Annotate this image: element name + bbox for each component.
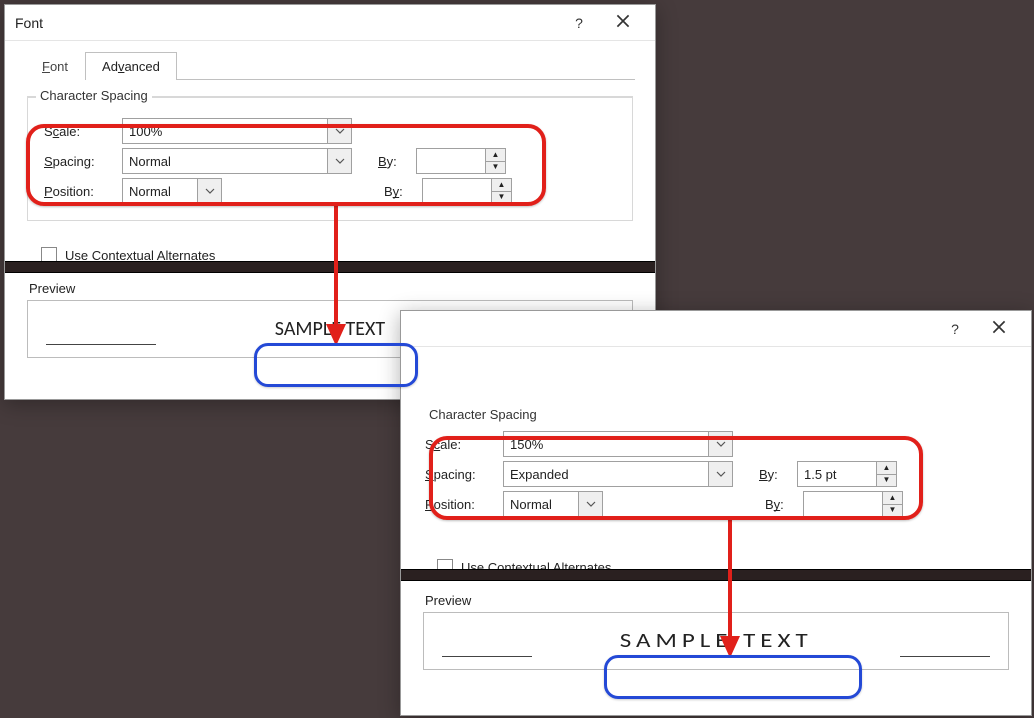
tab-advanced[interactable]: Advanced <box>85 52 177 80</box>
preview-label: Preview <box>29 281 633 296</box>
preview-underline-left <box>46 344 156 345</box>
close-icon <box>992 320 1006 334</box>
preview-sample-text: SAMPLE TEXT <box>275 317 385 341</box>
position-by-value <box>804 492 882 516</box>
position-value: Normal <box>123 179 197 203</box>
titlebar: Font ? <box>5 5 655 41</box>
position-value: Normal <box>504 492 578 516</box>
scale-value: 150% <box>504 432 708 456</box>
spin-up-icon[interactable]: ▲ <box>486 149 505 161</box>
spacing-by-value: 1.5 pt <box>798 462 876 486</box>
group-legend: Character Spacing <box>425 407 541 422</box>
font-dialog-after: ? Character Spacing Scale: 150% Spacing: <box>400 310 1032 716</box>
by-label: By: <box>765 497 795 512</box>
spin-down-icon[interactable]: ▼ <box>486 161 505 174</box>
help-button[interactable]: ? <box>933 321 977 337</box>
preview-box: SAMPLE TEXT <box>423 612 1009 670</box>
spacing-by-value <box>417 149 485 173</box>
position-combo[interactable]: Normal <box>503 491 603 517</box>
spacing-value: Normal <box>123 149 327 173</box>
spacing-value: Expanded <box>504 462 708 486</box>
spacing-combo[interactable]: Expanded <box>503 461 733 487</box>
dialog-body: Character Spacing Scale: 100% Spacing: N… <box>5 80 655 239</box>
by-label: By: <box>384 184 414 199</box>
crop-spacer <box>401 347 1031 413</box>
spacing-by-spinner[interactable]: 1.5 pt ▲ ▼ <box>797 461 897 487</box>
position-by-spinner[interactable]: ▲ ▼ <box>803 491 903 517</box>
position-label: Position: <box>425 497 495 512</box>
position-combo[interactable]: Normal <box>122 178 222 204</box>
by-label: By: <box>378 154 408 169</box>
preview-sample-text: SAMPLE TEXT <box>619 629 812 653</box>
help-button[interactable]: ? <box>557 15 601 31</box>
row-spacing: Spacing: Expanded By: 1.5 pt ▲ ▼ <box>425 461 1007 487</box>
position-by-value <box>423 179 491 203</box>
chevron-down-icon[interactable] <box>578 492 602 516</box>
crop-separator <box>5 261 655 273</box>
dialog-title: Font <box>15 15 557 31</box>
scale-combo[interactable]: 100% <box>122 118 352 144</box>
close-icon <box>616 14 630 28</box>
scale-combo[interactable]: 150% <box>503 431 733 457</box>
spacing-label: Spacing: <box>425 467 495 482</box>
scale-label: Scale: <box>44 124 114 139</box>
character-spacing-group: Character Spacing Scale: 150% Spacing: E… <box>423 423 1009 533</box>
spin-down-icon[interactable]: ▼ <box>883 504 902 517</box>
tabs: Font Advanced <box>5 41 655 79</box>
titlebar: ? <box>401 311 1031 347</box>
row-position: Position: Normal By: ▲ ▼ <box>425 491 1007 517</box>
chevron-down-icon[interactable] <box>327 149 351 173</box>
scale-label: Scale: <box>425 437 495 452</box>
preview-label: Preview <box>425 593 1009 608</box>
spin-up-icon[interactable]: ▲ <box>883 492 902 504</box>
dialog-body: Character Spacing Scale: 150% Spacing: E… <box>401 423 1031 551</box>
spin-up-icon[interactable]: ▲ <box>492 179 511 191</box>
group-legend: Character Spacing <box>36 88 152 103</box>
position-label: Position: <box>44 184 114 199</box>
row-spacing: Spacing: Normal By: ▲ ▼ <box>44 148 616 174</box>
spacing-label: Spacing: <box>44 154 114 169</box>
chevron-down-icon[interactable] <box>327 119 351 143</box>
spacing-combo[interactable]: Normal <box>122 148 352 174</box>
character-spacing-group: Character Spacing Scale: 100% Spacing: N… <box>27 96 633 221</box>
row-position: Position: Normal By: ▲ ▼ <box>44 178 616 204</box>
chevron-down-icon[interactable] <box>708 462 732 486</box>
spin-down-icon[interactable]: ▼ <box>492 191 511 204</box>
close-button[interactable] <box>977 320 1021 337</box>
spin-up-icon[interactable]: ▲ <box>877 462 896 474</box>
chevron-down-icon[interactable] <box>708 432 732 456</box>
preview-underline-right <box>900 656 990 657</box>
crop-separator <box>401 569 1031 581</box>
position-by-spinner[interactable]: ▲ ▼ <box>422 178 512 204</box>
spacing-by-spinner[interactable]: ▲ ▼ <box>416 148 506 174</box>
spin-down-icon[interactable]: ▼ <box>877 474 896 487</box>
row-scale: Scale: 100% <box>44 118 616 144</box>
row-scale: Scale: 150% <box>425 431 1007 457</box>
by-label: By: <box>759 467 789 482</box>
scale-value: 100% <box>123 119 327 143</box>
chevron-down-icon[interactable] <box>197 179 221 203</box>
preview-underline-left <box>442 656 532 657</box>
close-button[interactable] <box>601 14 645 31</box>
tab-font[interactable]: Font <box>25 52 85 80</box>
